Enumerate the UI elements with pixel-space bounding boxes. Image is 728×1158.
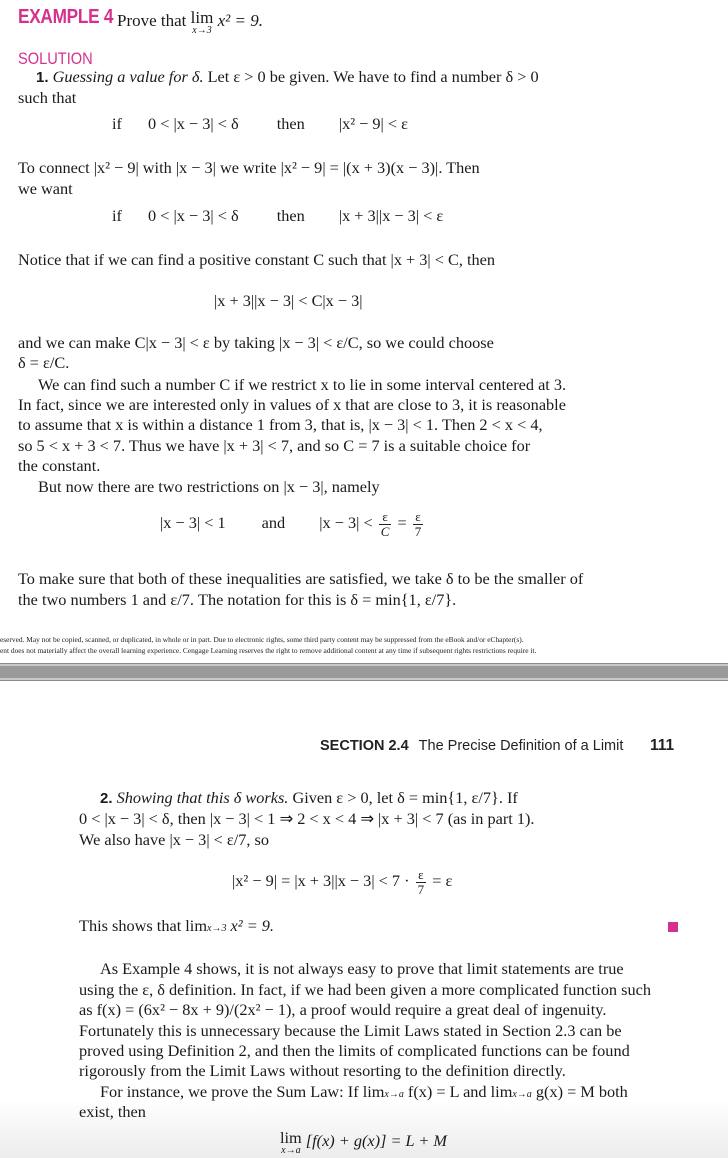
make-sure-line2: the two numbers 1 and ε/7. The notation … (18, 590, 457, 609)
two-restrictions-line: But now there are two restrictions on |x… (38, 477, 380, 496)
restrict-line-2: In fact, since we are interested only in… (18, 395, 566, 414)
restrict-line-1: We can find such a number C if we restri… (38, 375, 567, 394)
example-header: EXAMPLE 4 (18, 6, 129, 29)
discussion-line-5: proved using Definition 2, and then the … (79, 1041, 630, 1060)
page-separator (0, 663, 728, 681)
restrict-line-3: to assume that x is within a distance 1 … (18, 415, 543, 434)
part1-heading-line: 1. Guessing a value for δ. Let ε > 0 be … (36, 67, 539, 86)
restrict-line-4: so 5 < x + 3 < 7. Thus we have |x + 3| <… (18, 436, 531, 455)
make-sure-line1: To make sure that both of these inequali… (18, 569, 584, 588)
connect-line2: we want (18, 179, 73, 198)
discussion-line-4: Fortunately this is unnecessary because … (79, 1021, 622, 1040)
notice-line: Notice that if we can find a positive co… (18, 250, 496, 269)
fraction-eps-over-7: ε7 (412, 509, 424, 539)
running-head: SECTION 2.4 The Precise Definition of a … (320, 738, 624, 754)
limit-notation: lim x→a (280, 1128, 302, 1156)
sum-law-intro-line2: exist, then (79, 1102, 146, 1121)
display-equation-2: |x − 3| < 1 and |x − 3| < εC = ε7 (160, 509, 424, 539)
copyright-notice: eserved. May not be copied, scanned, or … (0, 635, 537, 655)
restrict-line-5: the constant. (18, 456, 101, 475)
page-number: 111 (650, 737, 675, 754)
sum-law-equation: lim x→a [f(x) + g(x)] = L + M (280, 1128, 447, 1156)
fraction-eps-over-c: εC (378, 509, 392, 539)
choose-line1: and we can make C|x − 3| < ε by taking |… (18, 333, 494, 352)
connect-line1: To connect |x² − 9| with |x − 3| we writ… (18, 158, 480, 177)
part2-line2: 0 < |x − 3| < δ, then |x − 3| < 1 ⇒ 2 < … (79, 809, 535, 828)
part2-line3: We also have |x − 3| < ε/7, so (79, 830, 270, 849)
sum-law-intro: For instance, we prove the Sum Law: If l… (100, 1082, 628, 1101)
discussion-line-2: using the ε, δ definition. In fact, if w… (79, 980, 651, 999)
fraction-eps-over-7: ε7 (415, 867, 427, 897)
discussion-line-1: As Example 4 shows, it is not always eas… (100, 959, 624, 978)
part1-line2: such that (18, 88, 77, 107)
discussion-line-6: rigorously from the Limit Laws without r… (79, 1061, 566, 1080)
choose-line2: δ = ε/C. (18, 353, 70, 372)
display-equation-3: |x² − 9| = |x + 3||x − 3| < 7 · ε7 = ε (232, 867, 453, 897)
conclusion-line: This shows that limx→3 x² = 9. (79, 916, 274, 935)
condition-2: if 0 < |x − 3| < δ then |x + 3||x − 3| <… (112, 206, 444, 225)
end-of-proof-mark (668, 922, 678, 932)
display-equation-1: |x + 3||x − 3| < C|x − 3| (214, 291, 363, 310)
limit-notation: lim x→3 (190, 8, 214, 36)
example-statement: Prove that lim x→3 x² = 9. (117, 8, 263, 36)
condition-1: if 0 < |x − 3| < δ then |x² − 9| < ε (112, 114, 408, 133)
discussion-line-3: as f(x) = (6x² − 8x + 9)/(2x² − 1), a pr… (79, 1000, 607, 1019)
part2-heading-line: 2. Showing that this δ works. Given ε > … (100, 788, 518, 807)
example-label: EXAMPLE 4 (18, 6, 114, 28)
